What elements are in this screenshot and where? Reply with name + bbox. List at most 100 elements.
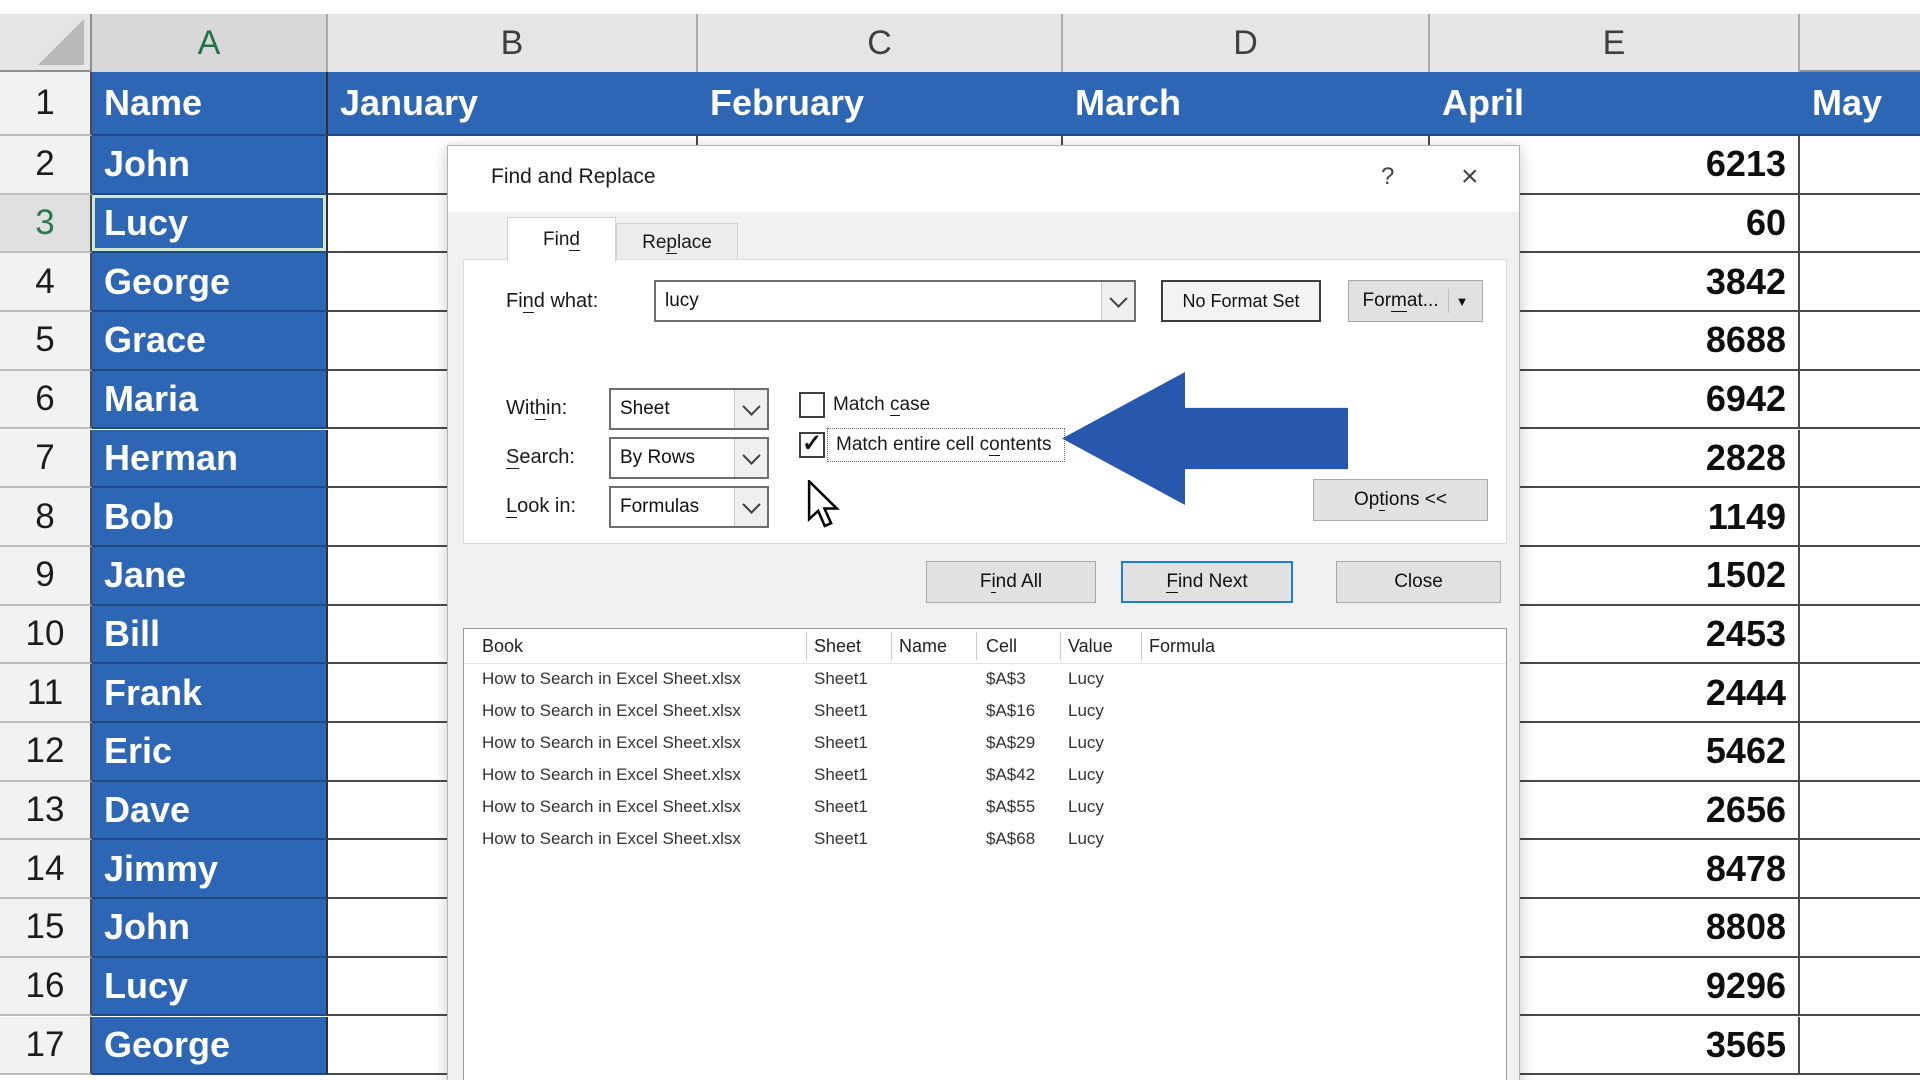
cell-F9[interactable] xyxy=(1800,547,1920,606)
column-header-E[interactable]: E xyxy=(1430,14,1800,72)
cell-A3[interactable]: Lucy xyxy=(92,195,328,254)
cell-D1[interactable]: March xyxy=(1063,72,1430,136)
results-column-header-sheet[interactable]: Sheet xyxy=(814,629,861,663)
cell-F10[interactable] xyxy=(1800,606,1920,665)
row-header-15[interactable]: 15 xyxy=(0,899,92,958)
results-column-header-formula[interactable]: Formula xyxy=(1149,629,1215,663)
cell-F2[interactable] xyxy=(1800,136,1920,195)
cell-A15[interactable]: John xyxy=(92,899,328,958)
cell-C1[interactable]: February xyxy=(698,72,1063,136)
row-header-12[interactable]: 12 xyxy=(0,723,92,782)
cell-A8[interactable]: Bob xyxy=(92,488,328,547)
cell-F13[interactable] xyxy=(1800,782,1920,841)
cell-A17[interactable]: George xyxy=(92,1017,328,1076)
row-header-9[interactable]: 9 xyxy=(0,547,92,606)
search-dropdown-icon[interactable] xyxy=(734,439,767,477)
cell-F15[interactable] xyxy=(1800,899,1920,958)
row-header-14[interactable]: 14 xyxy=(0,840,92,899)
close-icon[interactable]: × xyxy=(1461,160,1479,194)
format-button[interactable]: Format... ▼ xyxy=(1348,280,1483,322)
cell-A14[interactable]: Jimmy xyxy=(92,840,328,899)
cell-A4[interactable]: George xyxy=(92,253,328,312)
tab-replace-label: Replace xyxy=(642,232,712,254)
cell-A13[interactable]: Dave xyxy=(92,782,328,841)
cell-E1[interactable]: April xyxy=(1430,72,1800,136)
options-button[interactable]: Options << xyxy=(1313,479,1488,521)
results-row[interactable]: How to Search in Excel Sheet.xlsxSheet1$… xyxy=(464,695,1506,727)
results-column-header-value[interactable]: Value xyxy=(1068,629,1113,663)
row-header-4[interactable]: 4 xyxy=(0,253,92,312)
row-header-5[interactable]: 5 xyxy=(0,312,92,371)
within-select[interactable]: Sheet xyxy=(609,388,769,430)
cell-A6[interactable]: Maria xyxy=(92,371,328,430)
row-header-6[interactable]: 6 xyxy=(0,371,92,430)
row-header-7[interactable]: 7 xyxy=(0,430,92,489)
tab-find[interactable]: Find xyxy=(507,217,616,262)
column-header-B[interactable]: B xyxy=(328,14,698,72)
cell-A9[interactable]: Jane xyxy=(92,547,328,606)
column-header-A[interactable]: A xyxy=(92,14,328,72)
results-row[interactable]: How to Search in Excel Sheet.xlsxSheet1$… xyxy=(464,823,1506,855)
results-column-header-book[interactable]: Book xyxy=(482,629,523,663)
results-cell-book: How to Search in Excel Sheet.xlsx xyxy=(482,759,741,791)
cell-A12[interactable]: Eric xyxy=(92,723,328,782)
cell-A10[interactable]: Bill xyxy=(92,606,328,665)
cell-A7[interactable]: Herman xyxy=(92,430,328,489)
results-column-header-name[interactable]: Name xyxy=(899,629,947,663)
find-what-dropdown-icon[interactable] xyxy=(1101,282,1134,320)
row-header-17[interactable]: 17 xyxy=(0,1017,92,1076)
match-entire-label-box[interactable]: Match entire cell contents xyxy=(827,428,1065,462)
results-row[interactable]: How to Search in Excel Sheet.xlsxSheet1$… xyxy=(464,663,1506,695)
tab-replace[interactable]: Replace xyxy=(616,223,738,262)
cell-F14[interactable] xyxy=(1800,840,1920,899)
row-header-1[interactable]: 1 xyxy=(0,72,92,136)
cell-A11[interactable]: Frank xyxy=(92,664,328,723)
results-row[interactable]: How to Search in Excel Sheet.xlsxSheet1$… xyxy=(464,759,1506,791)
cell-F6[interactable] xyxy=(1800,371,1920,430)
cell-F5[interactable] xyxy=(1800,312,1920,371)
cell-A1[interactable]: Name xyxy=(92,72,328,136)
close-button[interactable]: Close xyxy=(1336,561,1501,603)
row-header-11[interactable]: 11 xyxy=(0,664,92,723)
find-what-input[interactable]: lucy xyxy=(654,280,1136,322)
find-next-button[interactable]: Find Next xyxy=(1121,561,1293,603)
cell-F4[interactable] xyxy=(1800,253,1920,312)
dialog-titlebar[interactable]: Find and Replace ? × xyxy=(448,146,1519,212)
column-header-C[interactable]: C xyxy=(698,14,1063,72)
cell-F16[interactable] xyxy=(1800,958,1920,1017)
results-column-header-cell[interactable]: Cell xyxy=(986,629,1017,663)
column-header-D[interactable]: D xyxy=(1063,14,1430,72)
help-icon[interactable]: ? xyxy=(1381,163,1394,191)
match-case-checkbox[interactable] xyxy=(799,392,825,418)
cell-F3[interactable] xyxy=(1800,195,1920,254)
row-header-10[interactable]: 10 xyxy=(0,606,92,665)
row-header-16[interactable]: 16 xyxy=(0,958,92,1017)
row-header-3[interactable]: 3 xyxy=(0,195,92,254)
cell-F7[interactable] xyxy=(1800,430,1920,489)
cell-F11[interactable] xyxy=(1800,664,1920,723)
results-row[interactable]: How to Search in Excel Sheet.xlsxSheet1$… xyxy=(464,727,1506,759)
results-header-divider xyxy=(976,632,977,660)
cell-F1[interactable]: May xyxy=(1800,72,1920,136)
search-select[interactable]: By Rows xyxy=(609,437,769,479)
cell-A2[interactable]: John xyxy=(92,136,328,195)
find-next-label: Find Next xyxy=(1166,571,1247,593)
row-header-8[interactable]: 8 xyxy=(0,488,92,547)
results-cell-sheet: Sheet1 xyxy=(814,823,868,855)
look-in-dropdown-icon[interactable] xyxy=(734,488,767,526)
match-entire-checkbox[interactable]: ✓ xyxy=(799,432,825,458)
row-header-2[interactable]: 2 xyxy=(0,136,92,195)
row-header-13[interactable]: 13 xyxy=(0,782,92,841)
cell-A5[interactable]: Grace xyxy=(92,312,328,371)
cell-A16[interactable]: Lucy xyxy=(92,958,328,1017)
look-in-select[interactable]: Formulas xyxy=(609,486,769,528)
results-row[interactable]: How to Search in Excel Sheet.xlsxSheet1$… xyxy=(464,791,1506,823)
find-all-button[interactable]: Find All xyxy=(926,561,1096,603)
within-dropdown-icon[interactable] xyxy=(734,390,767,428)
cell-F8[interactable] xyxy=(1800,488,1920,547)
cell-F12[interactable] xyxy=(1800,723,1920,782)
format-button-label: Format... xyxy=(1363,290,1439,312)
cell-B1[interactable]: January xyxy=(328,72,698,136)
cell-F17[interactable] xyxy=(1800,1017,1920,1076)
select-all-corner[interactable] xyxy=(0,14,92,72)
